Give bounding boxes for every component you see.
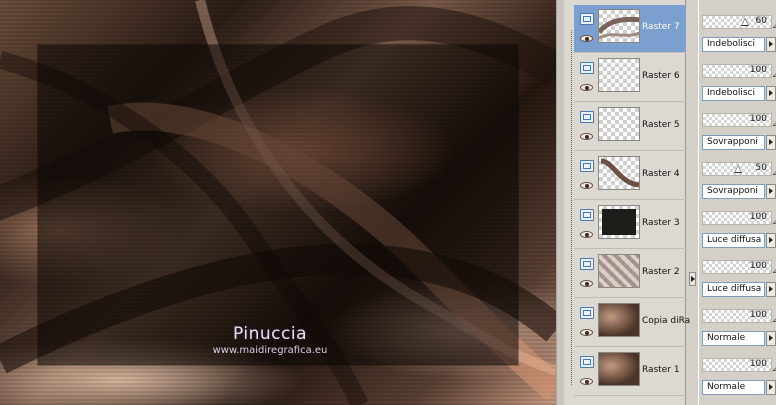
opacity-value: 50 (755, 163, 767, 173)
visibility-eye-icon[interactable] (580, 35, 593, 42)
slider-thumb-icon[interactable] (741, 18, 749, 26)
canvas-scrollbar[interactable] (556, 0, 564, 405)
layer-row[interactable]: Raster 5 (574, 103, 686, 151)
layer-thumbnail (598, 205, 640, 239)
opacity-slider[interactable]: 100 (702, 358, 772, 372)
blend-mode-arrow-icon[interactable] (766, 233, 776, 248)
slider-edge-icon: ⊿ (772, 217, 776, 226)
opacity-value: 100 (749, 212, 767, 222)
layer-properties-row: 100 ⊿ Luce diffusa (700, 252, 776, 300)
layer-thumbnail (598, 9, 640, 43)
layer-name: Raster 7 (642, 22, 680, 32)
opacity-value: 100 (749, 114, 767, 124)
layer-row[interactable]: Raster 2 (574, 250, 686, 298)
blend-mode-arrow-icon[interactable] (766, 380, 776, 395)
visibility-eye-icon[interactable] (580, 329, 593, 336)
opacity-slider[interactable]: 100 (702, 309, 772, 323)
layer-properties-row: 100 ⊿ Normale (700, 301, 776, 349)
blend-mode-arrow-icon[interactable] (766, 135, 776, 150)
blend-mode-select[interactable]: Indebolisci (702, 37, 765, 52)
layer-thumbnail (598, 254, 640, 288)
layer-row[interactable]: Copia diRa (574, 299, 690, 347)
layer-row[interactable]: Raster 4 (574, 152, 686, 200)
layer-type-icon[interactable] (580, 160, 594, 172)
blend-mode-select[interactable]: Sovrapponi (702, 184, 765, 199)
visibility-eye-icon[interactable] (580, 231, 593, 238)
opacity-slider[interactable]: 100 (702, 260, 772, 274)
layer-properties-row: 100 ⊿ Sovrapponi (700, 105, 776, 153)
blend-mode-select[interactable]: Normale (702, 331, 765, 346)
watermark-name: Pinuccia (233, 324, 307, 344)
blend-mode-arrow-icon[interactable] (766, 37, 776, 52)
blend-mode-select[interactable]: Sovrapponi (702, 135, 765, 150)
layer-thumbnail (598, 352, 640, 386)
opacity-value: 100 (749, 65, 767, 75)
slider-edge-icon: ⊿ (772, 364, 776, 373)
watermark-url: www.maidiregrafica.eu (212, 345, 328, 356)
opacity-slider[interactable]: 100 (702, 64, 772, 78)
opacity-value: 100 (749, 261, 767, 271)
blend-mode-select[interactable]: Normale (702, 380, 765, 395)
layer-properties-row: 100 ⊿ Luce diffusa (700, 203, 776, 251)
layer-name: Raster 6 (642, 71, 680, 81)
blend-mode-arrow-icon[interactable] (766, 86, 776, 101)
slider-edge-icon: ⊿ (772, 315, 776, 324)
opacity-slider[interactable]: 50 (702, 162, 772, 176)
layer-thumbnail (598, 303, 640, 337)
visibility-eye-icon[interactable] (580, 133, 593, 140)
layer-tree-line (571, 30, 572, 385)
slider-edge-icon: ⊿ (772, 119, 776, 128)
layer-name: Copia diRa (642, 316, 691, 326)
opacity-value: 100 (749, 359, 767, 369)
blend-mode-arrow-icon[interactable] (766, 282, 776, 297)
layer-type-icon[interactable] (580, 209, 594, 221)
layer-properties-row: 60 ⊿ Indebolisci (700, 7, 776, 55)
blend-mode-select[interactable]: Luce diffusa (702, 282, 765, 297)
blend-mode-select[interactable]: Luce diffusa (702, 233, 765, 248)
blend-mode-arrow-icon[interactable] (766, 331, 776, 346)
blend-mode-select[interactable]: Indebolisci (702, 86, 765, 101)
layer-type-icon[interactable] (580, 111, 594, 123)
opacity-value: 100 (749, 310, 767, 320)
slider-edge-icon: ⊿ (772, 70, 776, 79)
opacity-slider[interactable]: 100 (702, 113, 772, 127)
layer-type-icon[interactable] (580, 13, 594, 25)
image-canvas[interactable]: Pinuccia www.maidiregrafica.eu (0, 0, 556, 405)
layer-name: Raster 1 (642, 365, 680, 375)
layer-type-icon[interactable] (580, 307, 594, 319)
app-window: Pinuccia www.maidiregrafica.eu Raster 7 R… (0, 0, 776, 405)
layer-type-icon[interactable] (580, 62, 594, 74)
slider-edge-icon: ⊿ (772, 21, 776, 30)
layer-properties-row: 50 ⊿ Sovrapponi (700, 154, 776, 202)
slider-edge-icon: ⊿ (772, 168, 776, 177)
inner-frame (38, 45, 518, 365)
layer-row[interactable]: Raster 6 (574, 54, 686, 102)
layer-properties-row: 100 ⊿ Indebolisci (700, 56, 776, 104)
layer-type-icon[interactable] (580, 356, 594, 368)
opacity-slider[interactable]: 60 (702, 15, 772, 29)
layer-row[interactable]: Raster 1 (574, 348, 686, 396)
visibility-eye-icon[interactable] (580, 378, 593, 385)
layer-thumbnail (598, 156, 640, 190)
layer-type-icon[interactable] (580, 258, 594, 270)
layer-row[interactable]: Raster 7 (574, 5, 686, 53)
layer-name: Raster 3 (642, 218, 680, 228)
visibility-eye-icon[interactable] (580, 84, 593, 91)
layer-thumbnail (598, 58, 640, 92)
slider-edge-icon: ⊿ (772, 266, 776, 275)
visibility-eye-icon[interactable] (580, 182, 593, 189)
watermark: Pinuccia www.maidiregrafica.eu (170, 324, 370, 356)
layer-thumbnail (598, 107, 640, 141)
layer-properties-row: 100 ⊿ Normale (700, 350, 776, 398)
opacity-slider[interactable]: 100 (702, 211, 772, 225)
layer-name: Raster 5 (642, 120, 680, 130)
layer-name: Raster 4 (642, 169, 680, 179)
blend-mode-arrow-icon[interactable] (766, 184, 776, 199)
panel-expand-button[interactable] (689, 272, 696, 286)
visibility-eye-icon[interactable] (580, 280, 593, 287)
layer-row[interactable]: Raster 3 (574, 201, 686, 249)
opacity-value: 60 (755, 16, 767, 26)
layer-name: Raster 2 (642, 267, 680, 277)
slider-thumb-icon[interactable] (734, 165, 742, 173)
